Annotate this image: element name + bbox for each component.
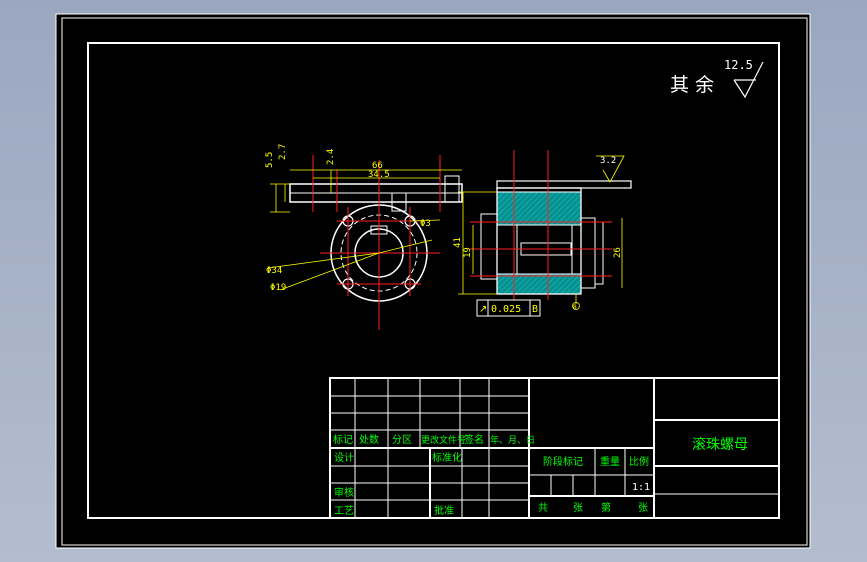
header-sign: 签名 <box>464 433 484 446</box>
tolerance-datum: B <box>532 304 538 315</box>
dim-height-b: 19 <box>463 247 473 258</box>
sheets-total-prefix: 共 <box>538 502 548 514</box>
section-roughness: 3.2 <box>600 156 616 166</box>
dim-hole-spacing: 34.5 <box>368 170 390 180</box>
part-name: 滚珠螺母 <box>692 436 748 453</box>
header-mark: 标记 <box>333 434 353 446</box>
dim-inner-dia: Φ19 <box>270 283 286 293</box>
finish-note-value: 12.5 <box>724 58 753 72</box>
label-process: 工艺 <box>334 505 354 517</box>
header-count: 处数 <box>359 433 379 446</box>
finish-note-label: 其 余 <box>670 74 714 96</box>
tolerance-value: 0.025 <box>491 304 521 315</box>
runout-icon: ↗ <box>479 304 487 315</box>
cad-viewer: 其 余 12.5 66 34.5 5.5 2.7 2.4 Φ3 Φ34 Φ19 … <box>0 0 867 562</box>
dim-outer-dia: Φ34 <box>266 266 282 276</box>
dim-right-height: 26 <box>613 247 623 258</box>
drawing-sheet: 其 余 12.5 66 34.5 5.5 2.7 2.4 Φ3 Φ34 Φ19 … <box>55 13 811 549</box>
dim-left-b: 2.7 <box>278 144 288 160</box>
dim-height-a: 41 <box>453 237 463 248</box>
header-change-doc: 更改文件号 <box>421 434 466 446</box>
label-approve: 批准 <box>434 504 454 517</box>
dim-mid: 2.4 <box>326 149 336 165</box>
sheets-total-suffix: 张 <box>573 502 583 514</box>
label-review: 审核 <box>334 486 354 499</box>
label-design: 设计 <box>334 451 354 464</box>
sheets-current-suffix: 张 <box>638 502 648 514</box>
label-standard: 标准化 <box>432 451 462 464</box>
header-date: 年、月、日 <box>490 434 535 446</box>
header-zone: 分区 <box>392 434 412 446</box>
dim-left-a: 5.5 <box>265 152 275 168</box>
dim-small-hole: Φ3 <box>420 219 431 229</box>
datum-label: B <box>573 304 577 311</box>
label-weight: 重量 <box>600 455 620 468</box>
sheets-current-prefix: 第 <box>601 501 611 514</box>
label-stage: 阶段标记 <box>543 455 583 468</box>
scale-value: 1:1 <box>632 482 650 493</box>
label-scale: 比例 <box>629 455 649 468</box>
